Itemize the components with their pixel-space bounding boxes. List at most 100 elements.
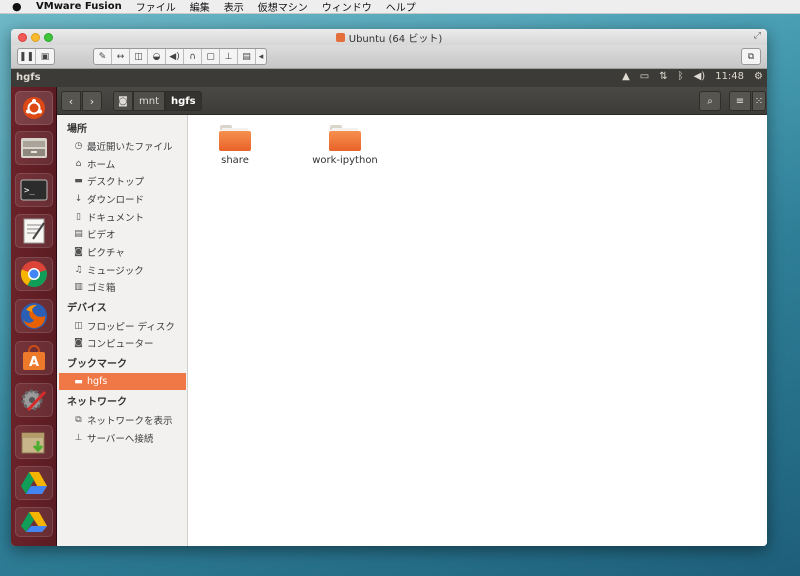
server-icon: ⊥ <box>74 432 83 443</box>
google-drive-icon[interactable] <box>15 466 53 500</box>
unity-mode-icon[interactable]: ⧉ <box>742 49 760 64</box>
sidebar-item-floppy[interactable]: ◫ フロッピー ディスク <box>73 317 185 334</box>
network-icon: ⧉ <box>75 414 82 425</box>
chevron-right-icon: › <box>89 94 95 108</box>
snapshot-icon[interactable]: ▣ <box>36 49 54 64</box>
fullscreen-icon[interactable]: ⤢ <box>754 31 761 41</box>
devices-heading: デバイス <box>67 303 107 314</box>
device-toolbar-group: ✎ ↔ ◫ ◒ ◀) ∩ ▢ ⊥ ▤ ◂ <box>93 48 267 65</box>
google-drive-2-icon[interactable] <box>15 507 53 537</box>
cd-drive-icon[interactable]: ◒ <box>148 49 166 64</box>
svg-text:A: A <box>29 355 39 370</box>
clock-icon: ◷ <box>74 140 83 151</box>
download-icon: ↓ <box>74 193 83 204</box>
ubuntu-vm-icon <box>335 32 345 42</box>
folder-label: share <box>221 155 249 166</box>
grid-icon: ⁙ <box>754 95 764 107</box>
camera-icon: ◙ <box>74 246 83 257</box>
disk-icon[interactable]: ◫ <box>130 49 148 64</box>
file-manager-header: ‹ › ◙ mnt hgfs ⌕ ≡ ⁙ <box>57 87 767 115</box>
sidebar-item-recent[interactable]: ◷ 最近開いたファイル <box>73 137 185 154</box>
sidebar-item-videos[interactable]: ▤ ビデオ <box>73 225 185 242</box>
home-icon: ⌂ <box>75 158 82 169</box>
menu-view[interactable]: 表示 <box>224 0 244 14</box>
session-gear-icon[interactable]: ⚙ <box>754 71 763 82</box>
floppy-icon: ◫ <box>74 320 83 331</box>
sidebar-item-music[interactable]: ♫ ミュージック <box>73 261 185 278</box>
ubuntu-dash-icon[interactable] <box>15 91 53 125</box>
sidebar-item-home[interactable]: ⌂ ホーム <box>73 155 185 172</box>
chrome-icon[interactable] <box>15 257 53 291</box>
menu-file[interactable]: ファイル <box>136 0 176 14</box>
search-button[interactable]: ⌕ <box>699 91 721 111</box>
text-editor-icon[interactable] <box>15 214 53 248</box>
bluetooth-indicator-icon[interactable]: ᛒ <box>678 71 684 82</box>
firefox-icon[interactable] <box>15 299 53 333</box>
document-icon: ▯ <box>76 211 81 222</box>
breadcrumb-hgfs[interactable]: hgfs <box>165 91 202 111</box>
headphones-icon[interactable]: ∩ <box>184 49 202 64</box>
list-view-button[interactable]: ≡ <box>729 91 751 111</box>
sidebar-item-trash[interactable]: ▥ ゴミ箱 <box>73 278 185 295</box>
keyboard-indicator-icon[interactable]: ▭ <box>640 71 649 82</box>
vmware-window: Ubuntu (64 ビット) ⤢ ❚❚ ▣ ✎ ↔ ◫ ◒ ◀) ∩ ▢ ⊥ … <box>11 29 767 546</box>
forward-button[interactable]: › <box>82 91 102 111</box>
grid-view-button[interactable]: ⁙ <box>752 91 766 111</box>
sidebar-item-hgfs[interactable]: ▬ hgfs <box>59 373 186 390</box>
menu-vm[interactable]: 仮想マシン <box>258 0 308 14</box>
folder-item-share[interactable]: share <box>190 125 280 166</box>
maximize-button[interactable] <box>44 33 53 42</box>
settings-wrench-icon[interactable]: ✎ <box>94 49 112 64</box>
unity-mode-group: ⧉ <box>741 48 761 65</box>
music-note-icon: ♫ <box>74 264 83 275</box>
network-arrows-icon[interactable]: ↔ <box>112 49 130 64</box>
sidebar-item-pictures[interactable]: ◙ ピクチャ <box>73 243 185 260</box>
panel-indicators: ▲ ▭ ⇅ ᛒ ◀) 11:48 ⚙ <box>612 71 763 82</box>
back-button[interactable]: ‹ <box>61 91 81 111</box>
sidebar-item-computer[interactable]: ◙ コンピューター <box>73 334 185 351</box>
google-drive-indicator-icon[interactable]: ▲ <box>622 71 630 82</box>
clock[interactable]: 11:48 <box>715 71 744 82</box>
files-icon[interactable] <box>15 131 53 165</box>
folder-icon <box>329 125 361 151</box>
sidebar-item-browse-network[interactable]: ⧉ ネットワークを表示 <box>73 411 185 428</box>
vmware-toolbar: ❚❚ ▣ ✎ ↔ ◫ ◒ ◀) ∩ ▢ ⊥ ▤ ◂ ⧉ <box>11 45 767 69</box>
pause-icon[interactable]: ❚❚ <box>18 49 36 64</box>
sidebar-item-connect-server[interactable]: ⊥ サーバーへ接続 <box>73 429 185 446</box>
folder-item-work-ipython[interactable]: work-ipython <box>300 125 390 166</box>
file-view: share work-ipython <box>188 115 767 546</box>
sound-icon[interactable]: ◀) <box>166 49 184 64</box>
apple-icon[interactable]: ● <box>12 0 26 13</box>
close-button[interactable] <box>18 33 27 42</box>
folder-icon <box>219 125 251 151</box>
menu-help[interactable]: ヘルプ <box>386 0 416 14</box>
folder-icon: ▬ <box>74 376 83 387</box>
toolbar-scroll-icon[interactable]: ◂ <box>256 49 266 64</box>
sidebar-item-downloads[interactable]: ↓ ダウンロード <box>73 190 185 207</box>
sidebar-item-desktop[interactable]: ▬ デスクトップ <box>73 172 185 189</box>
menu-window[interactable]: ウィンドウ <box>322 0 372 14</box>
folder-icon: ▬ <box>74 175 83 186</box>
system-settings-icon[interactable] <box>15 383 53 417</box>
terminal-icon[interactable]: >_ <box>15 173 53 207</box>
drive-icon: ◙ <box>118 95 128 107</box>
trash-icon: ▥ <box>74 281 83 292</box>
places-sidebar: 場所 ◷ 最近開いたファイル ⌂ ホーム ▬ デスクトップ ↓ ダウンロード ▯ ドキュメ… <box>57 115 188 546</box>
window-title: Ubuntu (64 ビット) <box>348 33 443 45</box>
printer-icon[interactable]: ▤ <box>238 49 256 64</box>
software-center-icon[interactable]: A <box>15 341 53 375</box>
breadcrumb-root-button[interactable]: ◙ <box>113 91 133 111</box>
usb-icon[interactable]: ⊥ <box>220 49 238 64</box>
breadcrumb-mnt[interactable]: mnt <box>133 91 165 111</box>
archive-manager-icon[interactable] <box>15 425 53 459</box>
search-icon: ⌕ <box>707 95 713 107</box>
menu-edit[interactable]: 編集 <box>190 0 210 14</box>
drive-icon: ◙ <box>74 337 83 348</box>
minimize-button[interactable] <box>31 33 40 42</box>
volume-indicator-icon[interactable]: ◀) <box>694 71 706 82</box>
app-menu[interactable]: VMware Fusion <box>36 1 122 12</box>
places-heading: 場所 <box>67 124 87 135</box>
sidebar-item-documents[interactable]: ▯ ドキュメント <box>73 208 185 225</box>
network-indicator-icon[interactable]: ⇅ <box>659 71 667 82</box>
camera-icon[interactable]: ▢ <box>202 49 220 64</box>
